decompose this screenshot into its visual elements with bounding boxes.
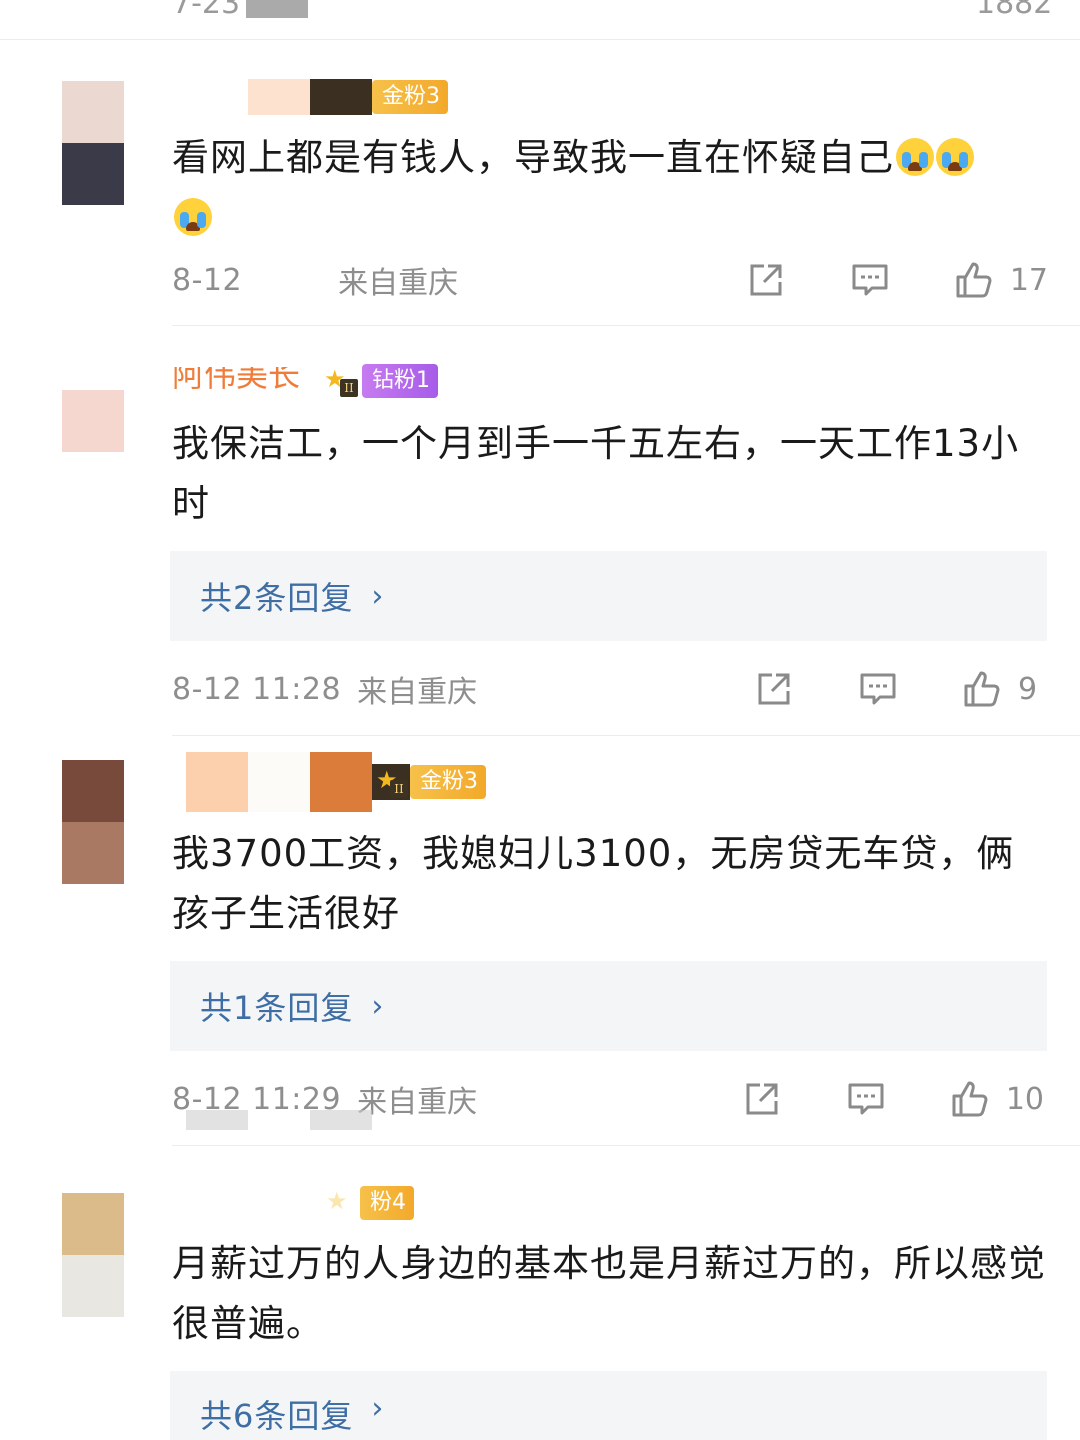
chevron-right-icon: › (371, 578, 384, 614)
fan-badge[interactable]: 金粉3 (372, 79, 448, 115)
replies-count-label: 共6条回复 (200, 1397, 354, 1435)
username: 阿伟美长 (172, 356, 301, 394)
avatar[interactable] (62, 1193, 124, 1317)
share-icon[interactable] (746, 260, 786, 300)
fan-badge-label: 粉4 (360, 1186, 414, 1220)
view-replies-button[interactable]: 共6条回复 › (170, 1371, 1047, 1440)
share-icon[interactable] (754, 669, 794, 709)
comment-body: 看网上都是有钱人，导致我一直在怀疑自己 (172, 136, 894, 179)
fan-badge[interactable]: ★ 粉4 (320, 1185, 414, 1221)
comment-text[interactable]: 我保洁工，一个月到手一千五左右，一天工作13小时 (172, 414, 1052, 534)
avatar[interactable] (62, 390, 124, 452)
comment-icon[interactable] (850, 260, 890, 300)
like-icon (952, 1081, 988, 1117)
comment-icon[interactable] (846, 1079, 886, 1119)
comment-meta: 8-12 来自重庆 17 (172, 255, 1048, 305)
crown-icon: ★ II (372, 764, 410, 800)
divider (172, 325, 1080, 326)
username-row[interactable]: 金粉3 (172, 77, 448, 117)
like-count: 17 (1009, 262, 1048, 298)
like-button[interactable]: 10 (950, 1079, 1044, 1119)
crown-icon: ★ (326, 1187, 348, 1215)
comment-text[interactable]: 月薪过万的人身边的基本也是月薪过万的，所以感觉很普遍。 (172, 1234, 1052, 1354)
previous-comment-meta: 7-23 1882 (0, 0, 1080, 40)
comment-time: 8-12 11:28 (172, 671, 342, 707)
chevron-right-icon: › (371, 988, 384, 1024)
blurred-region (186, 1110, 248, 1130)
comment-meta: 8-12 11:29 来自重庆 10 (172, 1074, 1048, 1124)
crying-face-icon (896, 138, 934, 176)
username-row[interactable]: 阿伟美长 ★ II 钻粉1 (172, 361, 439, 401)
share-icon[interactable] (742, 1079, 782, 1119)
comment-text[interactable]: 看网上都是有钱人，导致我一直在怀疑自己 (172, 128, 1052, 248)
fan-badge[interactable]: ★ II 金粉3 (372, 764, 486, 800)
previous-comment-likes: 1882 (976, 0, 1053, 21)
crown-icon: ★ II (318, 363, 362, 399)
comment-text[interactable]: 我3700工资，我媳妇儿3100，无房贷无车贷，俩孩子生活很好 (172, 824, 1052, 944)
divider (172, 1145, 1080, 1146)
avatar[interactable] (62, 81, 124, 205)
blurred-region (246, 0, 308, 18)
fan-badge-label: 金粉3 (372, 80, 448, 114)
comment-meta: 8-12 11:28 来自重庆 9 (172, 664, 1048, 714)
fan-badge-label: 钻粉1 (362, 364, 439, 398)
crying-face-icon (174, 198, 212, 236)
avatar[interactable] (62, 760, 124, 884)
comment-location: 来自重庆 (357, 1085, 478, 1120)
username-row[interactable]: ★ II 金粉3 (172, 752, 486, 812)
fan-badge[interactable]: ★ II 钻粉1 (318, 363, 439, 399)
comment-location: 来自重庆 (338, 266, 459, 301)
comment-location: 来自重庆 (357, 675, 478, 710)
crying-face-icon (936, 138, 974, 176)
chevron-right-icon: › (371, 1391, 384, 1426)
username-row[interactable]: ★ 粉4 (320, 1183, 414, 1223)
like-button[interactable]: 9 (962, 669, 1048, 709)
like-icon (964, 671, 1000, 707)
view-replies-button[interactable]: 共2条回复 › (170, 551, 1047, 641)
previous-comment-time: 7-23 (172, 0, 241, 21)
divider (172, 735, 1080, 736)
view-replies-button[interactable]: 共1条回复 › (170, 961, 1047, 1051)
like-count: 9 (1018, 671, 1038, 707)
comment-icon[interactable] (858, 669, 898, 709)
replies-count-label: 共1条回复 (200, 989, 354, 1027)
replies-count-label: 共2条回复 (200, 579, 354, 617)
comment-time: 8-12 (172, 262, 243, 298)
like-count: 10 (1005, 1081, 1044, 1117)
like-button[interactable]: 17 (954, 260, 1048, 300)
like-icon (956, 262, 992, 298)
blurred-region (310, 1110, 372, 1130)
fan-badge-label: 金粉3 (410, 765, 486, 799)
